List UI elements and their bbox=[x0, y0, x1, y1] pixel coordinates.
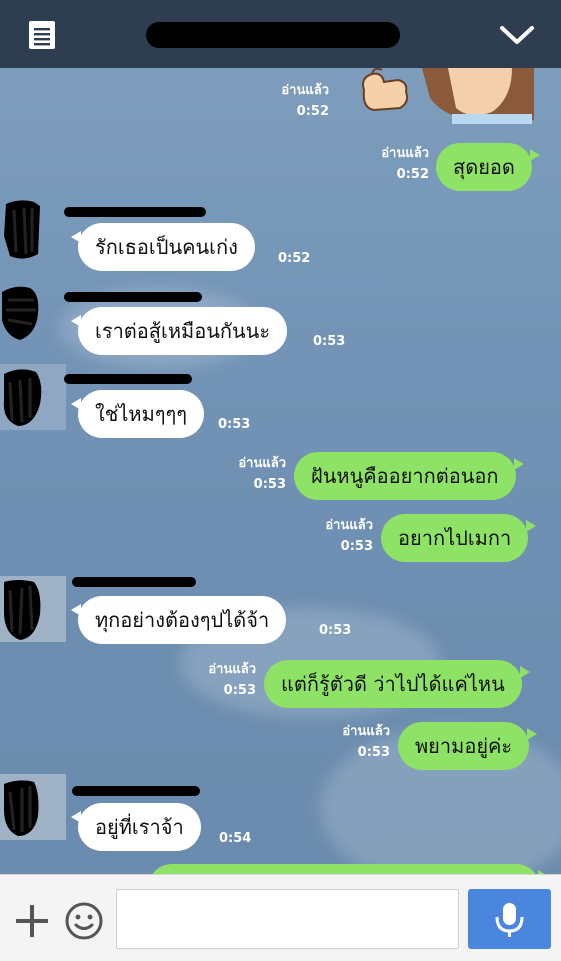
message-meta: อ่านแล้ว 0:53 bbox=[342, 721, 390, 763]
emoji-button[interactable] bbox=[64, 901, 104, 941]
message-time: 0:53 bbox=[218, 417, 251, 432]
read-receipt: อ่านแล้ว bbox=[281, 83, 329, 98]
message-time: 0:54 bbox=[219, 831, 252, 846]
read-receipt: อ่านแล้ว bbox=[381, 146, 429, 161]
message-time: 0:53 bbox=[340, 539, 373, 554]
message-bubble-outgoing[interactable] bbox=[148, 864, 548, 874]
message-bubble-outgoing[interactable]: อยากไปเมกา bbox=[381, 514, 537, 562]
message-bubble-incoming[interactable]: ทุกอย่างต้องๆปได้จ้า bbox=[70, 596, 287, 644]
smiley-icon bbox=[65, 902, 103, 940]
attach-button[interactable] bbox=[14, 903, 50, 939]
message-bubble-outgoing[interactable]: สุดยอด bbox=[436, 143, 540, 191]
message-input[interactable] bbox=[116, 889, 459, 949]
message-time: 0:52 bbox=[396, 167, 429, 182]
sender-name-redacted bbox=[64, 374, 192, 384]
sender-name-redacted bbox=[72, 577, 196, 587]
message-bubble-incoming[interactable]: รักเธอเป็นคนเก่ง bbox=[71, 223, 255, 271]
sticker-image[interactable] bbox=[352, 68, 534, 124]
message-bubble-outgoing[interactable]: พยามอยู่ค่ะ bbox=[398, 722, 538, 770]
chevron-down-icon bbox=[500, 26, 534, 44]
message-time: 0:52 bbox=[278, 251, 311, 266]
message-time: 0:53 bbox=[253, 477, 286, 492]
plus-icon bbox=[16, 905, 48, 937]
sender-name-redacted bbox=[64, 292, 202, 302]
message-time: 0:53 bbox=[223, 683, 256, 698]
sender-name-redacted bbox=[72, 786, 200, 796]
message-meta: อ่านแล้ว 0:52 bbox=[281, 80, 329, 122]
composer-bar bbox=[0, 874, 561, 961]
message-bubble-incoming[interactable]: เราต่อสู้เหมือนกันนะ bbox=[70, 307, 288, 355]
message-meta: อ่านแล้ว 0:53 bbox=[238, 453, 286, 495]
chat-title bbox=[146, 22, 400, 48]
avatar[interactable] bbox=[0, 774, 66, 840]
chat-area[interactable]: อ่านแล้ว 0:52 อ่านแล้ว 0:52 สุดยอด รักเธ… bbox=[0, 68, 561, 874]
message-time: 0:52 bbox=[296, 104, 329, 119]
message-bubble-incoming[interactable]: ใช่ไหมๆๆๆ bbox=[71, 390, 204, 438]
read-receipt: อ่านแล้ว bbox=[208, 662, 256, 677]
read-receipt: อ่านแล้ว bbox=[238, 456, 286, 471]
message-time: 0:53 bbox=[319, 623, 352, 638]
message-time: 0:53 bbox=[357, 745, 390, 760]
list-icon bbox=[29, 21, 55, 49]
avatar[interactable] bbox=[0, 280, 66, 346]
avatar[interactable] bbox=[0, 196, 66, 262]
message-meta: อ่านแล้ว 0:52 bbox=[381, 143, 429, 185]
message-bubble-incoming[interactable]: อยู่ที่เราจ้า bbox=[71, 803, 201, 851]
read-receipt: อ่านแล้ว bbox=[342, 724, 390, 739]
collapse-button[interactable] bbox=[498, 22, 536, 48]
read-receipt: อ่านแล้ว bbox=[325, 518, 373, 533]
message-bubble-outgoing[interactable]: ฝันหนูคืออยากต่อนอก bbox=[294, 452, 523, 500]
avatar[interactable] bbox=[0, 576, 66, 642]
message-bubble-outgoing[interactable]: แต่ก็รู้ตัวดี ว่าไปได้แค่ไหน bbox=[264, 660, 530, 708]
sender-name-redacted bbox=[64, 207, 206, 217]
message-meta: อ่านแล้ว 0:53 bbox=[325, 515, 373, 557]
message-meta: อ่านแล้ว 0:53 bbox=[208, 659, 256, 701]
voice-button[interactable] bbox=[468, 889, 551, 949]
microphone-icon bbox=[495, 903, 524, 937]
avatar[interactable] bbox=[0, 364, 66, 430]
chat-header bbox=[0, 0, 561, 68]
menu-button[interactable] bbox=[28, 20, 56, 50]
message-time: 0:53 bbox=[313, 334, 346, 349]
